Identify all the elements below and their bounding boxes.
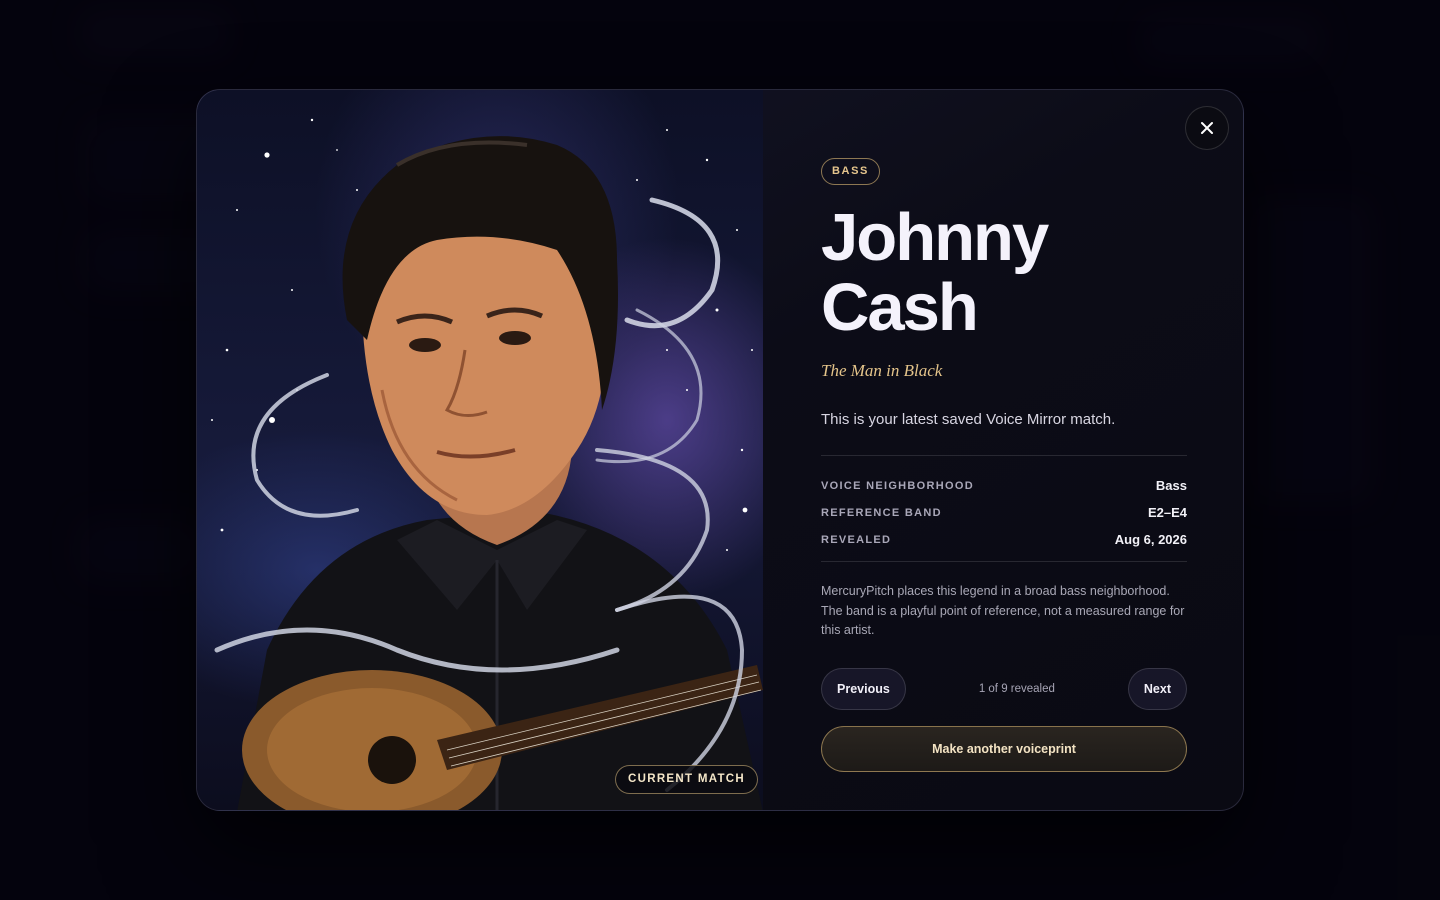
portrait-illustration (211, 118, 763, 810)
artist-last-name: Cash (821, 270, 979, 345)
detail-row: VOICE NEIGHBORHOOD Bass (821, 472, 1187, 499)
match-details-panel: BASS Johnny Cash The Man in Black This i… (821, 158, 1187, 772)
detail-label: VOICE NEIGHBORHOOD (821, 479, 974, 492)
artist-first-name: Johnny (821, 200, 1049, 275)
next-button[interactable]: Next (1127, 667, 1187, 710)
current-match-badge: CURRENT MATCH (615, 765, 758, 794)
close-button[interactable] (1185, 106, 1229, 150)
artist-portrait: CURRENT MATCH (197, 90, 763, 810)
match-description: MercuryPitch places this legend in a bro… (821, 584, 1185, 637)
match-summary: This is your latest saved Voice Mirror m… (821, 411, 1116, 428)
detail-value: Bass (1155, 478, 1187, 493)
detail-row: REFERENCE BAND E2–E4 (821, 499, 1187, 526)
make-another-voiceprint-button[interactable]: Make another voiceprint (821, 725, 1187, 772)
close-icon (1201, 122, 1213, 134)
previous-button[interactable]: Previous (821, 667, 906, 710)
artist-name: Johnny Cash (821, 203, 1187, 343)
artist-nickname: The Man in Black (821, 361, 943, 380)
match-navigation: Previous 1 of 9 revealed Next (821, 667, 1187, 710)
detail-label: REVEALED (821, 533, 892, 546)
detail-value: E2–E4 (1147, 505, 1187, 520)
reveal-counter: 1 of 9 revealed (978, 682, 1055, 695)
detail-row: REVEALED Aug 6, 2026 (821, 526, 1187, 553)
detail-value: Aug 6, 2026 (1114, 532, 1187, 547)
voice-type-tag: BASS (821, 158, 880, 185)
detail-label: REFERENCE BAND (821, 506, 942, 519)
match-modal: CURRENT MATCH BASS Johnny Cash The Man i… (196, 89, 1244, 811)
details-list: VOICE NEIGHBORHOOD Bass REFERENCE BAND E… (821, 455, 1187, 562)
